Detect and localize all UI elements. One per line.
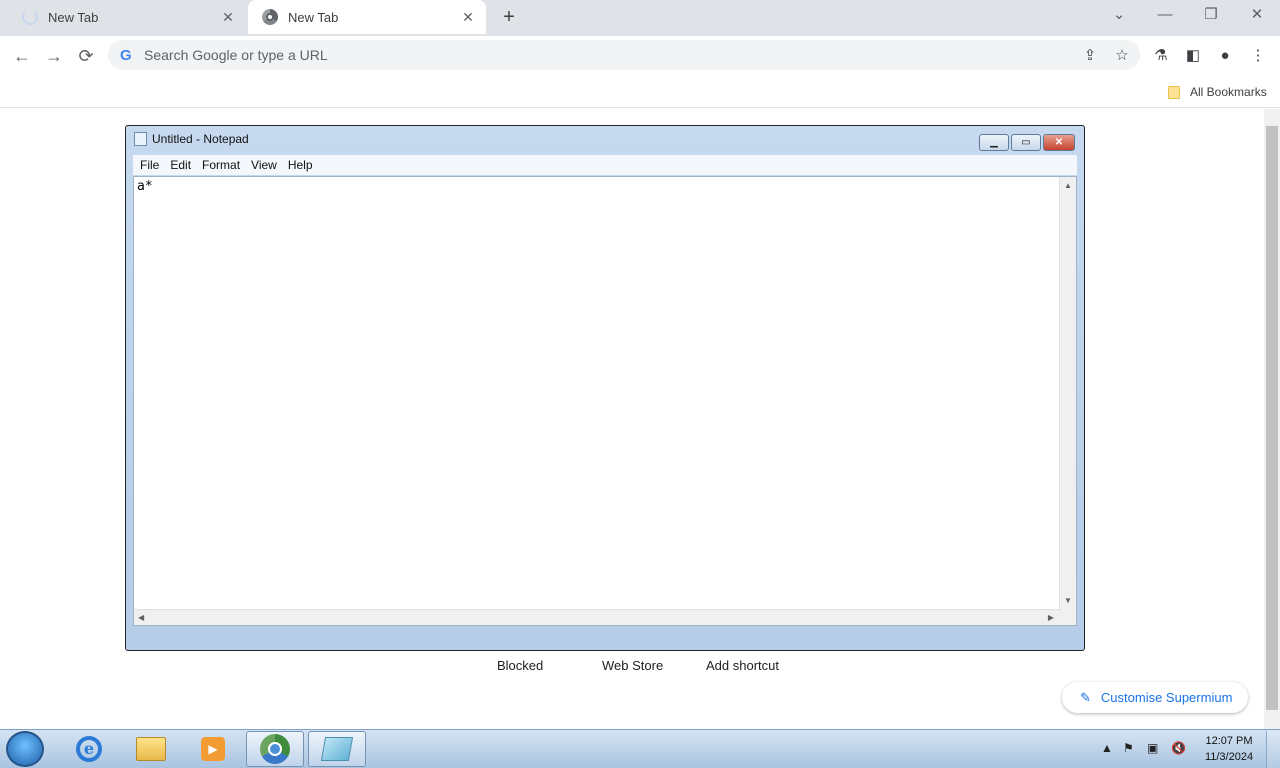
chrome-icon xyxy=(260,734,290,764)
clock-date: 11/3/2024 xyxy=(1204,751,1254,763)
all-bookmarks-label: All Bookmarks xyxy=(1190,85,1267,99)
notepad-menubar: File Edit Format View Help xyxy=(133,155,1077,175)
forward-arrow-icon[interactable]: → xyxy=(42,44,66,68)
notepad-maximize-button[interactable]: ▭ xyxy=(1011,134,1041,151)
notepad-minimize-button[interactable]: ▁ xyxy=(979,134,1009,151)
loading-spinner-icon xyxy=(22,9,38,25)
bookmarks-bar xyxy=(0,76,1280,108)
all-bookmarks-button[interactable]: All Bookmarks xyxy=(1168,82,1267,102)
omnibox[interactable]: G xyxy=(108,40,1140,70)
share-icon[interactable]: ⇪ xyxy=(1078,44,1102,68)
clock-time: 12:07 PM xyxy=(1205,735,1253,747)
customise-label: Customise Supermium xyxy=(1100,690,1233,705)
pencil-icon: ✎ xyxy=(1080,689,1091,705)
chrome-favicon-icon xyxy=(262,9,278,25)
taskbar-internet-explorer[interactable]: e xyxy=(60,731,118,767)
scroll-down-icon[interactable]: ▼ xyxy=(1064,596,1072,605)
reload-icon[interactable]: ⟳ xyxy=(74,44,98,68)
taskbar-chrome[interactable] xyxy=(246,731,304,767)
notepad-close-button[interactable]: ✕ xyxy=(1043,134,1075,151)
tab-title: New Tab xyxy=(48,9,99,25)
side-panel-icon[interactable]: ◧ xyxy=(1181,44,1205,68)
more-menu-icon[interactable]: ⋮ xyxy=(1246,44,1270,68)
notepad-icon xyxy=(320,737,354,761)
taskbar-clock[interactable]: 12:07 PM 11/3/2024 xyxy=(1196,733,1262,765)
shortcut-web-store[interactable]: Web Store xyxy=(602,658,663,673)
customise-supermium-button[interactable]: ✎ Customise Supermium xyxy=(1062,682,1248,713)
scroll-up-icon[interactable]: ▲ xyxy=(1064,181,1072,190)
profile-avatar-icon[interactable]: ● xyxy=(1213,44,1237,68)
shortcut-blocked[interactable]: Blocked xyxy=(497,658,543,673)
menu-help[interactable]: Help xyxy=(288,158,313,172)
tab-new-tab-1[interactable]: New Tab ✕ xyxy=(8,0,246,34)
notepad-window[interactable]: Untitled - Notepad ▁ ▭ ✕ File Edit Forma… xyxy=(125,125,1085,651)
menu-view[interactable]: View xyxy=(251,158,277,172)
media-player-icon: ▶ xyxy=(201,737,225,761)
labs-flask-icon[interactable]: ⚗ xyxy=(1149,44,1173,68)
taskbar-notepad[interactable] xyxy=(308,731,366,767)
notepad-app-icon xyxy=(134,132,147,146)
tab-title: New Tab xyxy=(288,9,339,25)
notepad-horizontal-scrollbar[interactable]: ◀ ▶ xyxy=(134,609,1060,625)
address-bar-input[interactable] xyxy=(144,47,1044,63)
menu-file[interactable]: File xyxy=(140,158,159,172)
folder-icon xyxy=(136,737,166,761)
google-g-icon: G xyxy=(120,46,132,64)
back-arrow-icon[interactable]: ← xyxy=(10,44,34,68)
notepad-content: a* xyxy=(137,179,153,194)
tab-search-dropdown-icon[interactable]: ⌄ xyxy=(1096,0,1142,32)
tab-close-icon[interactable]: ✕ xyxy=(456,9,480,26)
show-hidden-icons-icon[interactable]: ▲ xyxy=(1101,741,1113,755)
notepad-text-area[interactable]: a* ▲ ▼ ◀ ▶ xyxy=(133,176,1077,626)
taskbar-file-explorer[interactable] xyxy=(122,731,180,767)
volume-muted-icon[interactable]: 🔇 xyxy=(1171,741,1186,755)
minimize-window-button[interactable]: — xyxy=(1142,0,1188,32)
network-icon[interactable]: ▣ xyxy=(1147,741,1158,755)
shortcut-add-shortcut[interactable]: Add shortcut xyxy=(706,658,779,673)
scroll-left-icon[interactable]: ◀ xyxy=(138,613,144,622)
start-button-icon[interactable] xyxy=(6,731,44,767)
tab-close-icon[interactable]: ✕ xyxy=(216,9,240,26)
action-center-flag-icon[interactable]: ⚑ xyxy=(1123,741,1134,755)
restore-window-button[interactable]: ❐ xyxy=(1188,0,1234,32)
close-window-button[interactable]: ✕ xyxy=(1234,0,1280,32)
menu-edit[interactable]: Edit xyxy=(170,158,191,172)
notepad-title-bar[interactable]: Untitled - Notepad xyxy=(134,132,249,146)
internet-explorer-icon: e xyxy=(76,736,102,762)
new-tab-button[interactable]: + xyxy=(498,6,520,28)
scroll-right-icon[interactable]: ▶ xyxy=(1048,613,1054,622)
folder-icon xyxy=(1168,85,1180,99)
notepad-vertical-scrollbar[interactable]: ▲ ▼ xyxy=(1059,177,1076,625)
page-scrollbar-thumb[interactable] xyxy=(1266,126,1278,710)
notepad-title: Untitled - Notepad xyxy=(152,132,249,146)
tab-new-tab-2[interactable]: New Tab ✕ xyxy=(248,0,486,34)
taskbar-media-player[interactable]: ▶ xyxy=(184,731,242,767)
show-desktop-button[interactable] xyxy=(1266,731,1280,768)
bookmark-star-icon[interactable]: ☆ xyxy=(1110,44,1134,68)
menu-format[interactable]: Format xyxy=(202,158,240,172)
